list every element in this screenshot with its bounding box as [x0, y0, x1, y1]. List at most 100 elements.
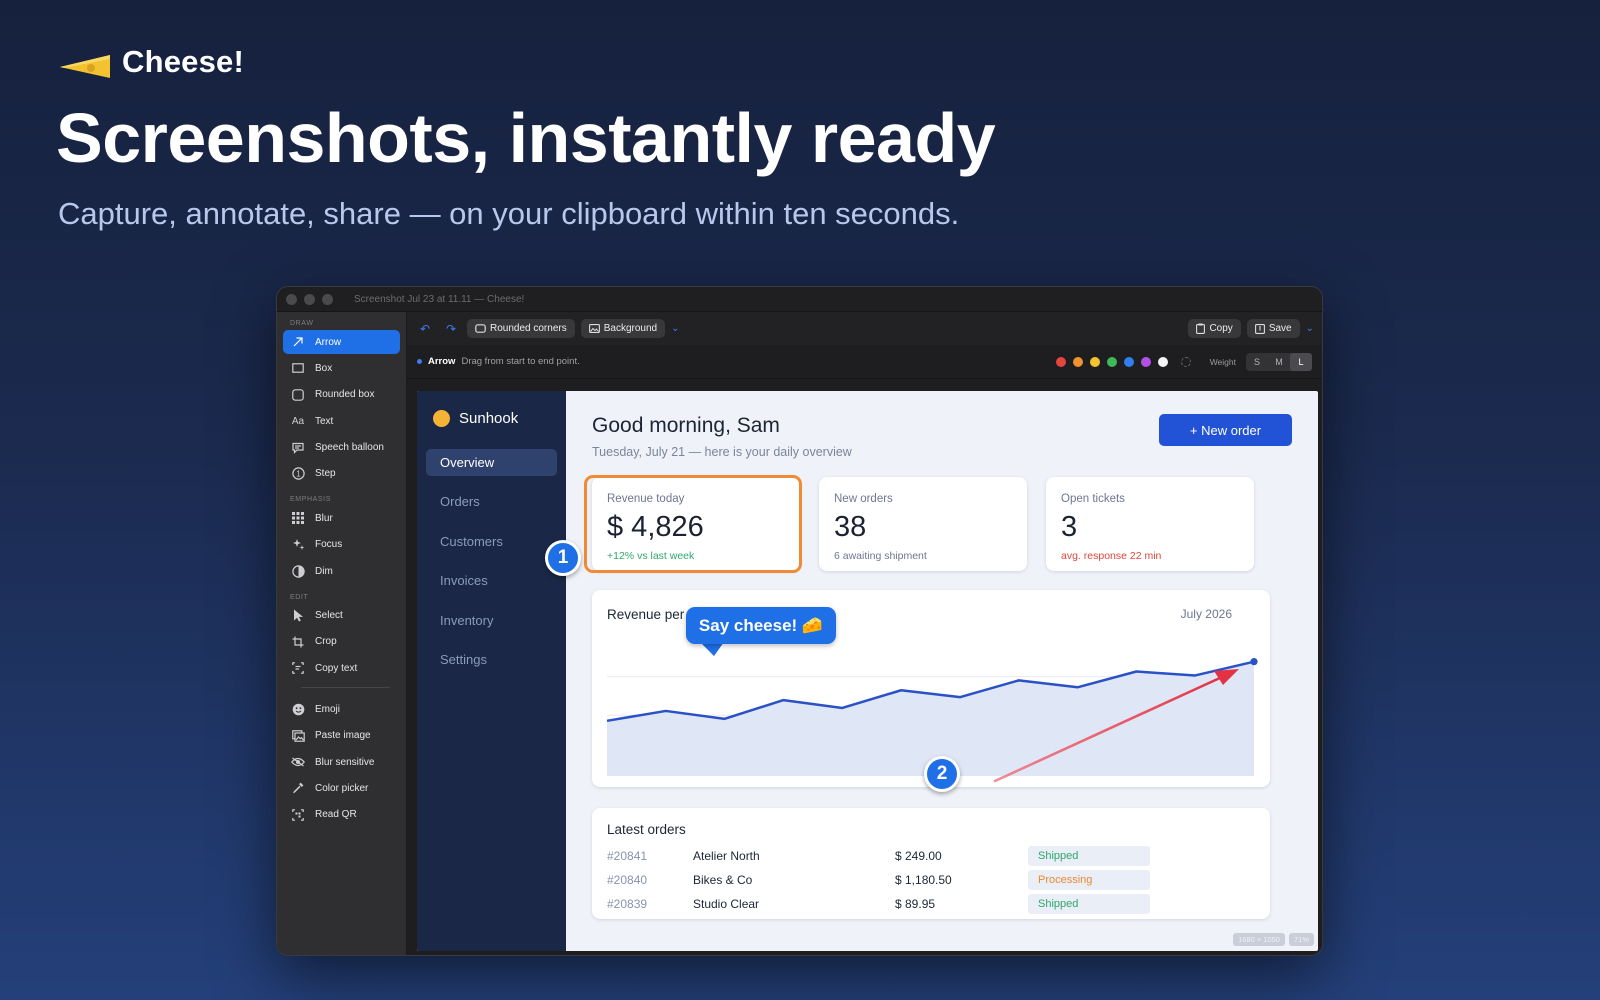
order-amount: $ 1,180.50 [895, 873, 952, 887]
tool-blur-sensitive[interactable]: Blur sensitive [283, 750, 400, 774]
color-swatch[interactable] [1089, 356, 1100, 367]
weight-option-l[interactable]: L [1290, 352, 1312, 371]
rounded-corners-button[interactable]: Rounded corners [467, 319, 575, 338]
tool-read-qr[interactable]: Read QR [283, 803, 400, 827]
order-amount: $ 89.95 [895, 897, 936, 911]
tool-text[interactable]: Aa Text [283, 409, 400, 433]
order-status-badge: Processing [1028, 870, 1150, 890]
color-swatch[interactable] [1106, 356, 1117, 367]
crop-icon [291, 635, 305, 649]
weight-label: Weight [1209, 356, 1236, 367]
tool-label: Blur sensitive [315, 756, 375, 768]
order-row[interactable]: #20840 Bikes & Co $ 1,180.50 Processing [607, 870, 1270, 890]
tool-color-picker[interactable]: Color picker [283, 776, 400, 800]
app-window: Screenshot Jul 23 at 11.11 — Cheese! DRA… [276, 286, 1323, 956]
greeting-subtitle: Tuesday, July 21 — here is your daily ov… [592, 445, 852, 459]
editor-canvas[interactable]: Sunhook Overview Orders Customers Invoices I… [417, 391, 1318, 951]
nav-item-orders[interactable]: Orders [426, 488, 557, 515]
tool-arrow[interactable]: Arrow [283, 330, 400, 354]
new-order-button[interactable]: + New order [1159, 414, 1292, 446]
copy-button[interactable]: Copy [1188, 319, 1241, 338]
tools-divider [301, 687, 390, 689]
order-id: #20841 [607, 849, 648, 863]
tools-sidebar: DRAW Arrow Box Rounded box Aa Text Speech… [277, 312, 407, 955]
arrow-icon [291, 335, 305, 349]
cheese-logo-icon [58, 44, 112, 80]
order-amount: $ 249.00 [895, 849, 942, 863]
color-swatch[interactable] [1157, 356, 1168, 367]
copy-text-icon [291, 661, 305, 675]
tool-rounded-box[interactable]: Rounded box [283, 383, 400, 407]
tool-label: Step [315, 468, 336, 480]
hint-bar: Arrow Drag from start to end point. Weig… [407, 345, 1322, 379]
tool-step[interactable]: 1 Step [283, 462, 400, 486]
emoji-icon [291, 702, 305, 716]
tool-speech-balloon[interactable]: Speech balloon [283, 436, 400, 460]
kpi-card: New orders 38 6 awaiting shipment [819, 477, 1027, 571]
kpi-card: Open tickets 3 avg. response 22 min [1046, 477, 1254, 571]
app-brand-name: Sunhook [459, 410, 519, 427]
close-window-button[interactable] [286, 293, 297, 305]
zoom-window-button[interactable] [322, 293, 333, 305]
color-swatch[interactable] [1055, 356, 1066, 367]
step-icon: 1 [291, 467, 305, 481]
step-badge-2[interactable]: 2 [924, 756, 960, 792]
tool-emoji[interactable]: Emoji [283, 697, 400, 721]
hint-text: Drag from start to end point. [461, 356, 580, 367]
tool-copy-text[interactable]: Copy text [283, 656, 400, 680]
size-readout: 1680 × 1050 71% [1233, 933, 1314, 946]
copy-label: Copy [1209, 323, 1233, 334]
color-swatch[interactable] [1123, 356, 1134, 367]
nav-item-overview[interactable]: Overview [426, 449, 557, 476]
tool-crop[interactable]: Crop [283, 630, 400, 654]
background-button[interactable]: Background [580, 319, 666, 338]
chevron-down-icon[interactable]: ⌄ [671, 323, 679, 334]
focus-icon [291, 538, 305, 552]
minimize-window-button[interactable] [304, 293, 315, 305]
nav-item-inventory[interactable]: Inventory [426, 607, 557, 634]
nav-item-settings[interactable]: Settings [426, 646, 557, 673]
tool-label: Speech balloon [315, 442, 384, 454]
weight-option-s[interactable]: S [1246, 353, 1268, 371]
tool-select[interactable]: Select [283, 604, 400, 628]
order-customer: Atelier North [693, 849, 760, 863]
brand: Cheese! [58, 44, 244, 80]
order-row[interactable]: #20839 Studio Clear $ 89.95 Shipped [607, 894, 1270, 914]
step-badge-1[interactable]: 1 [545, 540, 581, 576]
tool-label: Color picker [315, 782, 369, 794]
color-swatch[interactable] [1140, 356, 1151, 367]
tool-label: Paste image [315, 730, 371, 742]
order-status-badge: Shipped [1028, 894, 1150, 914]
tool-label: Text [315, 415, 334, 427]
nav-item-customers[interactable]: Customers [426, 528, 557, 555]
tool-label: Rounded box [315, 389, 375, 401]
tool-label: Box [315, 362, 333, 374]
tool-label: Copy text [315, 662, 358, 674]
undo-icon[interactable]: ↶ [415, 322, 435, 336]
rounded-box-icon [291, 388, 305, 402]
weight-option-m[interactable]: M [1268, 353, 1290, 371]
toolbar: ↶ ↷ Rounded corners Background ⌄ Copy Sa… [407, 312, 1322, 345]
tool-focus[interactable]: Focus [283, 533, 400, 557]
redo-icon[interactable]: ↷ [441, 322, 461, 336]
save-icon [1254, 323, 1265, 334]
highlight-box-annotation[interactable] [584, 475, 802, 573]
tool-label: Select [315, 610, 343, 622]
kpi-label: Open tickets [1061, 493, 1125, 505]
custom-color-icon[interactable] [1180, 356, 1191, 367]
tool-dim[interactable]: Dim [283, 559, 400, 583]
speech-balloon-icon [291, 441, 305, 455]
speech-balloon-annotation[interactable]: Say cheese! 🧀 [686, 607, 836, 644]
nav-item-invoices[interactable]: Invoices [426, 567, 557, 594]
tool-indicator-dot [417, 359, 422, 364]
greeting: Good morning, Sam [592, 414, 780, 437]
weight-selector: SML [1246, 352, 1312, 371]
order-row[interactable]: #20841 Atelier North $ 249.00 Shipped [607, 846, 1270, 866]
tool-paste-image[interactable]: Paste image [283, 724, 400, 748]
save-options-chevron-icon[interactable]: ⌄ [1306, 323, 1314, 334]
tool-blur[interactable]: Blur [283, 506, 400, 530]
color-swatch[interactable] [1072, 356, 1083, 367]
tool-box[interactable]: Box [283, 356, 400, 380]
save-button[interactable]: Save [1246, 319, 1300, 338]
tool-label: Emoji [315, 703, 341, 715]
